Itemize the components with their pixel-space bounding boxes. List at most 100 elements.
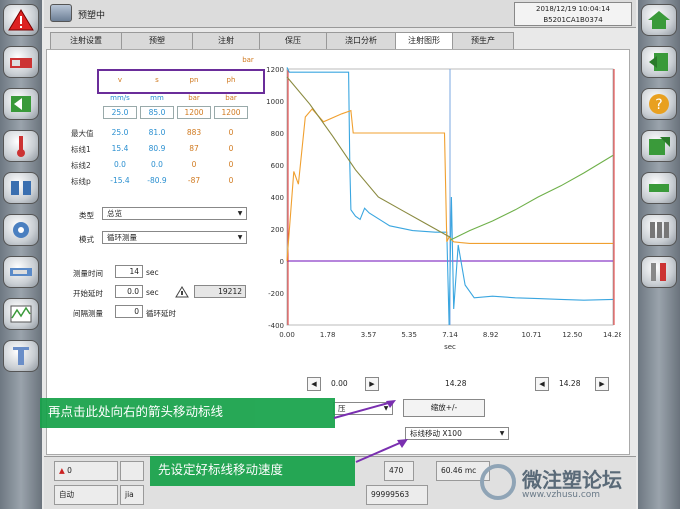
temperature-icon[interactable] [3,130,39,162]
start-delay-unit: sec [146,288,159,297]
chevron-down-icon: ▼ [237,210,243,217]
table-cell: 0.0 [114,160,126,169]
cursor-speed-select[interactable]: 标线移动 X100 ▼ [405,427,509,440]
zoom-button[interactable]: 缩放+/- [403,399,485,417]
measure-time-unit: sec [146,268,159,277]
watermark-url: www.vzhusu.com [522,490,601,500]
left-sidebar [0,0,42,509]
counter-icon [175,285,189,298]
total-counter-value: 99999563 [371,490,410,499]
mode-value: 循环测量 [107,233,137,242]
unit-top: bar [242,56,254,64]
type-label: 类型 [79,211,94,220]
watermark-logo-icon [480,464,516,500]
left-cursor-value: 0.00 [331,379,348,388]
unit-s: mm [150,94,164,102]
help-icon[interactable]: ? [641,88,677,120]
x-tick-label: 12.50 [562,331,582,339]
table-cell: 80.9 [148,144,166,153]
left-cursor-left-button[interactable]: ◀ [307,377,321,391]
machine-id: B5201CA1B0374 [543,16,603,24]
scale-input-v[interactable]: 25.0 [103,106,137,119]
mold-icon[interactable] [3,172,39,204]
table-cell: 0.0 [151,160,163,169]
tab-bar: 注射设置 预塑 注射 保压 浇口分析 注射图形 预生产 [50,32,514,50]
scale-input-ph[interactable]: 1200 [214,106,248,119]
tab-injection-settings[interactable]: 注射设置 [50,32,122,49]
heating-icon[interactable] [3,340,39,372]
back-icon[interactable] [641,46,677,78]
tab-injection[interactable]: 注射 [192,32,260,49]
start-delay-input[interactable]: 0.0 [115,285,143,298]
table-cell: -15.4 [110,176,130,185]
interval-input[interactable]: 0 [115,305,143,318]
mode-select[interactable]: 循环测量 ▼ [102,231,247,244]
right-cursor-right-button[interactable]: ▶ [595,377,609,391]
app-window: ? 预塑中 2018/12/19 10:04:14 B5201CA1B0374 … [0,0,680,509]
row-label: 标线p [71,177,91,186]
mid-value: 14.28 [445,379,467,388]
datetime-display: 2018/12/19 10:04:14 B5201CA1B0374 [514,2,632,26]
type-select[interactable]: 总览 ▼ [102,207,247,220]
right-cursor-left-button[interactable]: ◀ [535,377,549,391]
user-status: jia [120,485,144,505]
tab-holding-pressure[interactable]: 保压 [259,32,327,49]
callout-arrow-2 [355,439,408,463]
usb-icon[interactable] [641,172,677,204]
settings-icon[interactable] [641,214,677,246]
y-tick-label: 0 [280,258,284,266]
start-delay-label: 开始延时 [73,289,103,298]
tab-injection-graph[interactable]: 注射图形 [395,32,453,50]
table-cell: 0 [228,128,234,137]
x-tick-label: 0.00 [279,331,295,339]
unit-pn: bar [188,94,200,102]
export-icon[interactable] [641,130,677,162]
login-icon[interactable] [3,88,39,120]
tab-gate-analysis[interactable]: 浇口分析 [326,32,396,49]
x-tick-label: 8.92 [483,331,499,339]
table-cell: 0 [191,160,197,169]
tab-preproduction[interactable]: 预生产 [452,32,514,49]
machine-status-icon[interactable] [50,4,72,22]
alarm-count: 0 [67,466,72,475]
alarm-status[interactable]: ▲ 0 [54,461,118,481]
table-cell: 883 [186,128,202,137]
y-tick-label: 200 [271,226,284,234]
mode-status-text: 自动 [59,490,74,499]
row-label: 标线2 [71,161,91,170]
tools-icon[interactable] [641,256,677,288]
total-counter: 99999563 [366,485,428,505]
left-cursor-right-button[interactable]: ▶ [365,377,379,391]
injection-unit-icon[interactable] [3,256,39,288]
x-tick-label: 5.35 [401,331,417,339]
alarm-icon[interactable] [3,4,39,36]
x-tick-label: 7.14 [442,331,458,339]
rate-value: 60.46 mc [441,466,477,475]
home-icon[interactable] [641,4,677,36]
status-chip-icon [120,461,144,481]
interval-label: 间隔测量 [73,309,103,318]
table-cell: 81.0 [148,128,166,137]
mode-status: 自动 [54,485,118,505]
callout-arrow-1 [333,400,396,419]
scale-input-pn[interactable]: 1200 [177,106,211,119]
tab-plasticizing[interactable]: 预塑 [121,32,193,49]
measure-time-input[interactable]: 14 [115,265,143,278]
y-tick-label: 1000 [266,98,284,106]
machine-overview-icon[interactable] [3,46,39,78]
col-header-ph: ph [226,76,236,84]
y-tick-label: 1200 [266,66,284,74]
right-cursor-value: 14.28 [559,379,581,388]
y-tick-label: 800 [271,130,284,138]
monitoring-graph-icon[interactable] [3,298,39,330]
type-value: 总览 [107,209,122,218]
col-header-v: v [117,76,123,84]
interval-unit: 循环延时 [146,309,176,318]
callout-speed-instruction: 先设定好标线移动速度 [150,456,355,486]
y-tick-label: -400 [268,322,284,330]
ejector-icon[interactable] [3,214,39,246]
right-sidebar: ? [638,0,680,509]
scale-input-s[interactable]: 85.0 [140,106,174,119]
unit-v: mm/s [110,94,130,102]
watermark-name: 微注塑论坛 [522,468,622,492]
